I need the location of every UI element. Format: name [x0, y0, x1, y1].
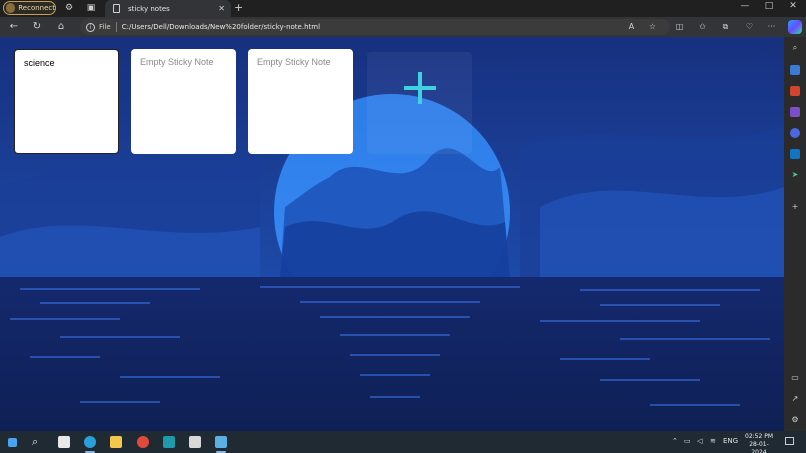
favorite-star-icon[interactable]: ☆ [647, 22, 658, 31]
file-label: File [99, 23, 111, 31]
tab-bar: Reconnect ⚙ ▣ sticky notes ✕ + — □ ✕ [0, 0, 806, 17]
edge-sidebar: ⌕ ➤ + ▭ ↗ ⚙ [784, 37, 806, 431]
games-icon[interactable] [790, 107, 800, 117]
add-note-button[interactable] [367, 52, 472, 154]
maximize-button[interactable]: □ [763, 1, 775, 11]
sticky-note[interactable]: Empty Sticky Note [131, 49, 236, 154]
time-text: 02:52 PM [745, 433, 773, 440]
favorites-icon[interactable]: ✩ [697, 22, 708, 31]
profile-avatar [6, 3, 16, 13]
more-button[interactable]: ··· [766, 22, 777, 31]
outlook-icon[interactable] [790, 149, 800, 159]
chevron-up-icon[interactable]: ⌃ [672, 437, 678, 445]
notification-icon[interactable] [785, 437, 794, 445]
browser-essentials-icon[interactable]: ♡ [744, 22, 755, 31]
edge-icon[interactable] [84, 436, 96, 448]
copilot-icon[interactable] [788, 20, 802, 34]
page-icon [113, 4, 120, 13]
new-tab-button[interactable]: + [234, 1, 243, 14]
sticky-note-text[interactable]: science [24, 58, 55, 68]
battery-icon[interactable]: ▭ [684, 437, 691, 445]
search-icon[interactable]: ⌕ [790, 43, 800, 53]
external-icon[interactable]: ↗ [790, 394, 800, 404]
sticky-note-placeholder[interactable]: Empty Sticky Note [257, 57, 331, 67]
minimize-button[interactable]: — [739, 1, 751, 11]
read-aloud-icon[interactable]: A [626, 22, 637, 31]
info-icon[interactable]: i [86, 22, 95, 32]
wifi-icon[interactable]: ≋ [710, 437, 716, 445]
url-field[interactable]: i File C:/Users/Dell/Downloads/New%20fol… [80, 19, 670, 35]
close-window-button[interactable]: ✕ [787, 1, 799, 11]
tab-actions-icon[interactable]: ▣ [86, 3, 96, 13]
vscode-icon[interactable] [163, 436, 175, 448]
page-content: science Empty Sticky Note Empty Sticky N… [0, 37, 784, 431]
collections-icon[interactable]: ⧉ [720, 22, 731, 32]
refresh-button[interactable]: ↻ [31, 20, 43, 34]
split-screen-icon[interactable]: ▭ [790, 373, 800, 383]
divider [115, 22, 117, 32]
tab-title: sticky notes [128, 4, 170, 13]
split-screen-icon[interactable]: ◫ [674, 22, 685, 31]
plus-icon [404, 72, 436, 104]
back-button[interactable]: ← [8, 20, 20, 34]
briefcase-icon[interactable] [790, 86, 800, 96]
taskbar: ⌕ ⌃ ▭ ◁ ≋ ENG 02:52 PM 28-01-2024 [0, 431, 806, 453]
language-indicator[interactable]: ENG [723, 437, 738, 445]
reconnect-button[interactable]: Reconnect [3, 1, 56, 15]
clock[interactable]: 02:52 PM 28-01-2024 [742, 433, 776, 453]
home-button[interactable]: ⌂ [55, 20, 67, 34]
chrome-icon[interactable] [137, 436, 149, 448]
settings-icon[interactable]: ⚙ [790, 415, 800, 425]
workspaces-icon[interactable]: ⚙ [64, 3, 74, 13]
sticky-notes-container: science Empty Sticky Note Empty Sticky N… [14, 49, 353, 154]
copilot-sidebar-icon[interactable] [790, 128, 800, 138]
notepad-icon[interactable] [215, 436, 227, 448]
url-text: C:/Users/Dell/Downloads/New%20folder/sti… [121, 23, 321, 31]
volume-icon[interactable]: ◁ [697, 437, 702, 445]
store-icon[interactable] [58, 436, 70, 448]
screen: Reconnect ⚙ ▣ sticky notes ✕ + — □ ✕ ← ↻… [0, 0, 806, 453]
address-bar: ← ↻ ⌂ i File C:/Users/Dell/Downloads/New… [0, 17, 806, 37]
sticky-note-placeholder[interactable]: Empty Sticky Note [140, 57, 214, 67]
tab-close-icon[interactable]: ✕ [218, 4, 225, 13]
reconnect-label: Reconnect [18, 4, 55, 12]
send-icon[interactable]: ➤ [790, 170, 800, 180]
sticky-note[interactable]: Empty Sticky Note [248, 49, 353, 154]
file-explorer-icon[interactable] [110, 436, 122, 448]
start-icon[interactable] [8, 438, 17, 447]
sticky-note[interactable]: science [14, 49, 119, 154]
app-icon[interactable] [189, 436, 201, 448]
search-icon[interactable]: ⌕ [32, 436, 44, 448]
tab-sticky-notes[interactable]: sticky notes ✕ [105, 0, 231, 17]
date-text: 28-01-2024 [749, 441, 769, 453]
add-icon[interactable]: + [790, 202, 800, 212]
tag-icon[interactable] [790, 65, 800, 75]
